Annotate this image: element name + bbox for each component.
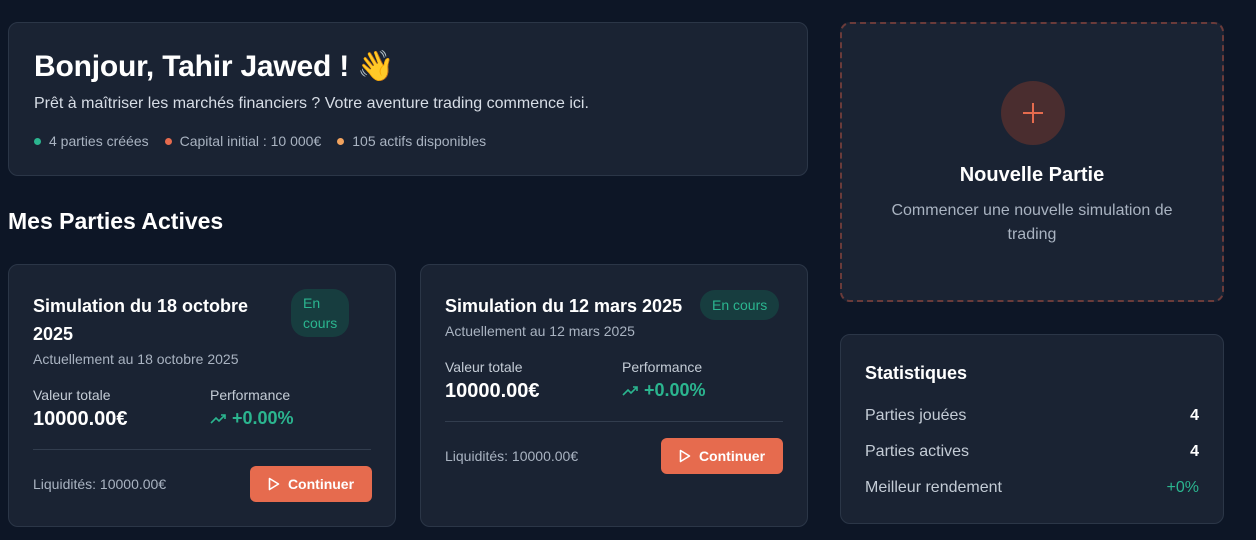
game-title-line1: Simulation du 18 octobre <box>33 296 249 316</box>
meta-initial-capital: Capital initial : 10 000€ <box>164 133 322 149</box>
total-value-label: Valeur totale <box>33 387 111 403</box>
play-icon <box>268 477 280 491</box>
plus-button[interactable] <box>1001 81 1065 145</box>
welcome-meta: 4 parties créées Capital initial : 10 00… <box>34 133 486 149</box>
performance-value-text: +0.00% <box>232 408 294 428</box>
performance-value: +0.00% <box>622 380 706 401</box>
game-current-date: Actuellement au 18 octobre 2025 <box>33 351 239 367</box>
total-value-label: Valeur totale <box>445 359 523 375</box>
stats-title: Statistiques <box>865 363 968 383</box>
stat-label: Parties jouées <box>865 407 967 424</box>
stats-card: Statistiques Parties jouées 4 Parties ac… <box>840 334 1224 524</box>
stat-row-best-return: Meilleur rendement +0% <box>865 479 1199 497</box>
performance-label: Performance <box>622 359 703 375</box>
play-icon <box>679 449 691 463</box>
continue-button-label: Continuer <box>698 448 766 464</box>
trending-up-icon <box>210 413 226 424</box>
stat-row-active-games: Parties actives 4 <box>865 443 1199 461</box>
section-title: Mes Parties Actives <box>8 208 224 234</box>
meta-assets-available: 105 actifs disponibles <box>337 133 486 149</box>
divider <box>445 421 783 422</box>
meta-initial-capital-text: Capital initial : 10 000€ <box>179 133 322 149</box>
trending-up-icon <box>622 385 638 396</box>
green-dot-icon <box>34 137 41 145</box>
cash-text: Liquidités: 10000.00€ <box>33 476 167 492</box>
status-badge: En cours <box>291 289 350 337</box>
status-badge-line1: En <box>303 295 321 311</box>
status-badge: En cours <box>700 290 780 320</box>
new-game-card[interactable]: Nouvelle Partie Commencer une nouvelle s… <box>840 22 1224 302</box>
stat-value: 4 <box>1190 407 1199 424</box>
welcome-title-text: Bonjour, Tahir Jawed ! <box>34 50 350 83</box>
game-card: Simulation du 18 octobre 2025 En cours A… <box>8 264 396 527</box>
stat-label: Meilleur rendement <box>865 479 1002 496</box>
orange-dot-icon <box>337 137 345 145</box>
meta-assets-available-text: 105 actifs disponibles <box>352 133 487 149</box>
total-value: 10000.00€ <box>445 380 540 402</box>
game-card: Simulation du 12 mars 2025 En cours Actu… <box>420 264 808 527</box>
welcome-subtitle: Prêt à maîtriser les marchés financiers … <box>34 95 589 112</box>
red-dot-icon <box>164 137 172 145</box>
meta-games-created: 4 parties créées <box>34 133 149 149</box>
game-current-date: Actuellement au 12 mars 2025 <box>445 323 635 339</box>
game-title-line2: 2025 <box>33 324 74 344</box>
performance-label: Performance <box>210 387 291 403</box>
status-badge-line2: cours <box>303 315 338 331</box>
stat-value: +0% <box>1166 479 1199 496</box>
stat-label: Parties actives <box>865 443 970 460</box>
total-value: 10000.00€ <box>33 408 128 430</box>
continue-button[interactable]: Continuer <box>661 438 783 474</box>
continue-button[interactable]: Continuer <box>250 466 372 502</box>
continue-button-label: Continuer <box>287 476 355 492</box>
performance-value: +0.00% <box>210 408 294 429</box>
plus-icon <box>1023 103 1043 123</box>
welcome-card: Bonjour, Tahir Jawed ! 👋 Prêt à maîtriser… <box>8 22 808 176</box>
new-game-title: Nouvelle Partie <box>959 164 1105 186</box>
game-title: Simulation du 18 octobre 2025 <box>33 292 248 348</box>
waving-hand-icon: 👋 <box>357 50 395 83</box>
stat-row-games-played: Parties jouées 4 <box>865 407 1199 425</box>
new-game-description: Commencer une nouvelle simulation de tra… <box>891 202 1173 243</box>
welcome-title: Bonjour, Tahir Jawed ! 👋 <box>34 49 394 84</box>
performance-value-text: +0.00% <box>644 380 706 400</box>
stat-value: 4 <box>1190 443 1199 460</box>
divider <box>33 449 371 450</box>
meta-games-created-text: 4 parties créées <box>49 133 149 149</box>
game-title: Simulation du 12 mars 2025 <box>445 296 683 316</box>
cash-text: Liquidités: 10000.00€ <box>445 448 579 464</box>
